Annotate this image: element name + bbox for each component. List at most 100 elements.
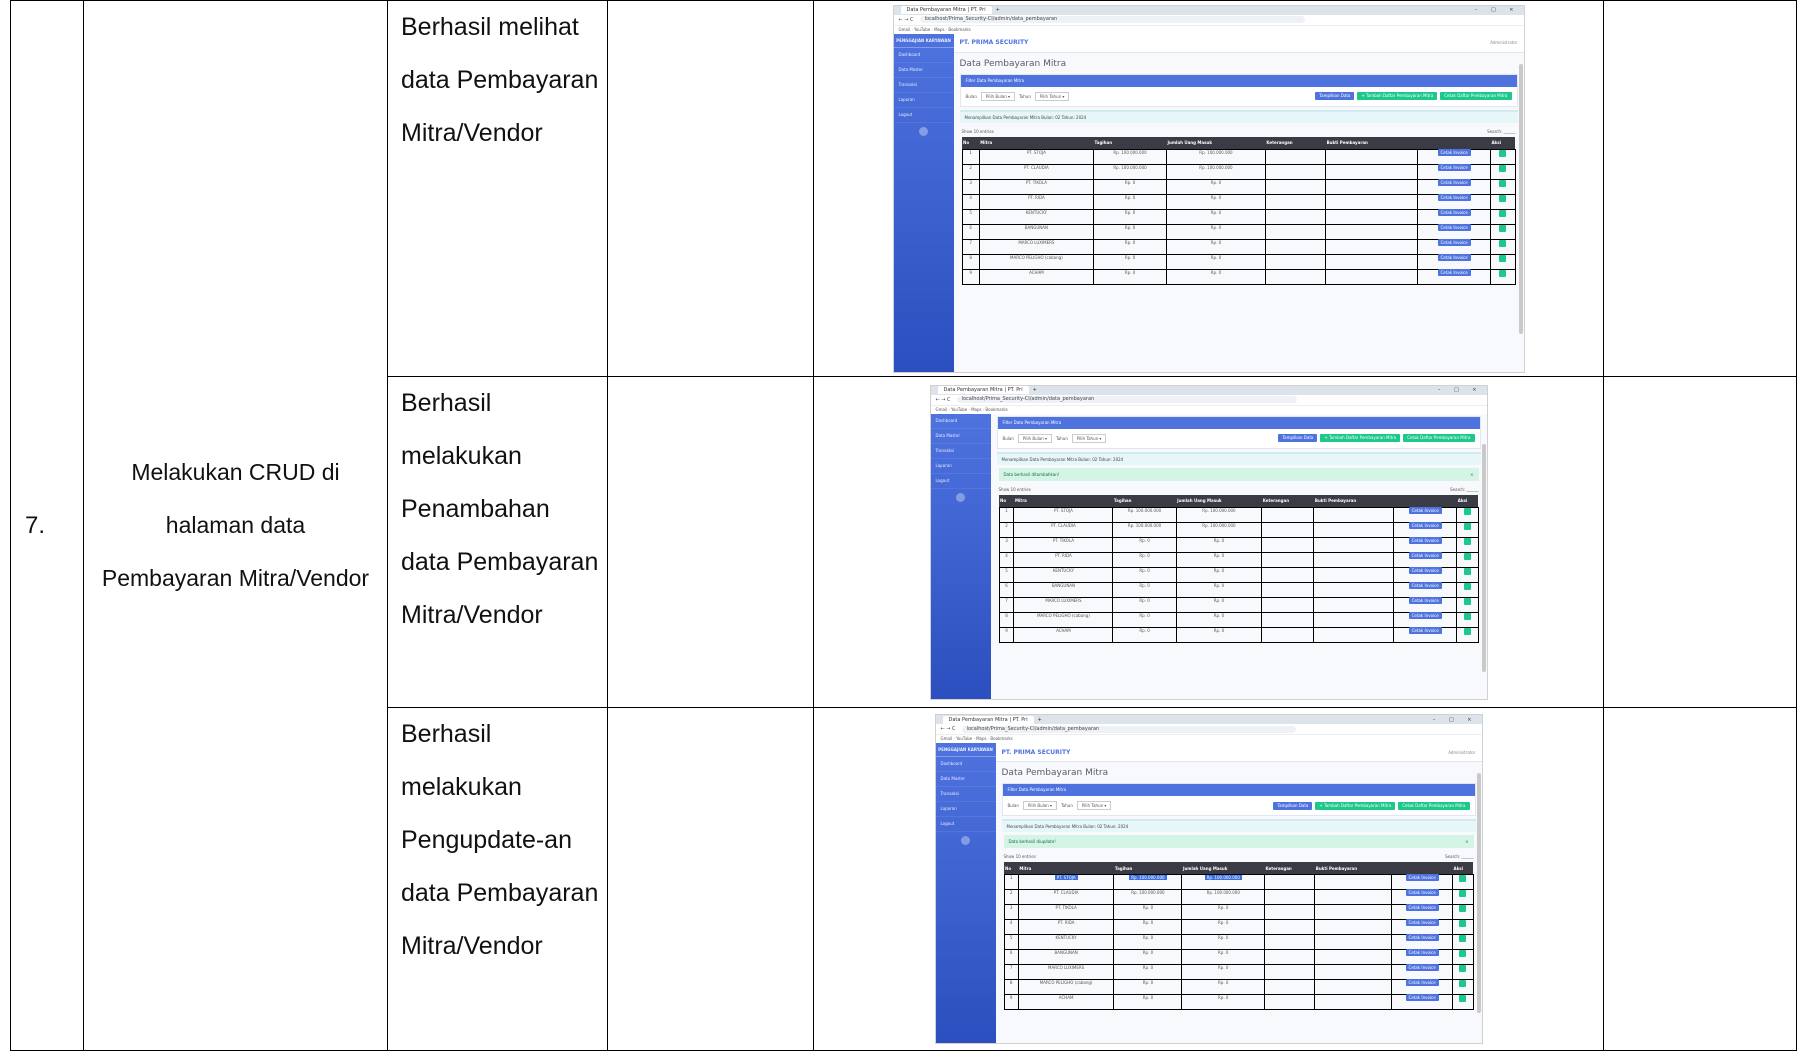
cetak-invoice-button[interactable]: Cetak Invoice: [1405, 964, 1439, 971]
column-header[interactable]: [1417, 136, 1491, 149]
url-field[interactable]: localhost/Prima_Security-CI/admin/data_p…: [961, 725, 1297, 733]
cetak-invoice-button[interactable]: Cetak Invoice: [1408, 551, 1442, 559]
sidebar-item[interactable]: Dashboard: [930, 414, 991, 429]
edit-icon[interactable]: [1459, 965, 1467, 972]
edit-icon[interactable]: [1459, 950, 1467, 957]
nav-arrows-icon[interactable]: ← → C: [936, 397, 951, 403]
cetak-invoice-button[interactable]: Cetak Invoice: [1408, 611, 1442, 619]
bulan-select[interactable]: Pilih Bulan ▾: [1017, 433, 1053, 443]
column-header[interactable]: No: [962, 136, 980, 149]
sidebar-toggle-icon[interactable]: [919, 126, 928, 136]
sidebar-item[interactable]: Transaksi: [930, 444, 991, 459]
cetak-invoice-button[interactable]: Cetak Invoice: [1437, 163, 1471, 171]
window-controls[interactable]: – □ ×: [1438, 387, 1483, 393]
column-header[interactable]: No: [999, 494, 1014, 507]
window-controls[interactable]: – □ ×: [1433, 717, 1478, 723]
edit-icon[interactable]: [1499, 194, 1507, 202]
edit-icon[interactable]: [1499, 239, 1507, 247]
tampilkan-button[interactable]: Tampilkan Data: [1273, 801, 1313, 810]
column-header[interactable]: Bukti Pembayaran: [1325, 136, 1418, 149]
close-icon[interactable]: ×: [1470, 472, 1473, 477]
tambah-button[interactable]: + Tambah Daftar Pembayaran Mitra: [1320, 434, 1401, 442]
bulan-select[interactable]: Pilih Bulan ▾: [1022, 801, 1058, 810]
column-header[interactable]: Aksi: [1456, 494, 1478, 507]
sidebar-toggle-icon[interactable]: [956, 492, 965, 502]
edit-icon[interactable]: [1499, 164, 1507, 172]
close-icon[interactable]: ×: [1465, 839, 1468, 844]
edit-icon[interactable]: [1459, 890, 1467, 897]
edit-icon[interactable]: [1463, 627, 1471, 635]
search-input[interactable]: Search: ______: [1450, 487, 1478, 492]
cetak-invoice-button[interactable]: Cetak Invoice: [1405, 904, 1439, 911]
edit-icon[interactable]: [1463, 537, 1471, 545]
sidebar-item[interactable]: Data Master: [893, 63, 954, 78]
column-header[interactable]: Bukti Pembayaran: [1314, 862, 1392, 875]
cetak-invoice-button[interactable]: Cetak Invoice: [1437, 253, 1471, 261]
column-header[interactable]: Aksi: [1490, 136, 1515, 149]
cetak-invoice-button[interactable]: Cetak Invoice: [1405, 949, 1439, 956]
browser-tab[interactable]: Data Pembayaran Mitra | PT. Pri: [937, 386, 1029, 394]
sidebar-item[interactable]: Data Master: [930, 429, 991, 444]
edit-icon[interactable]: [1459, 980, 1467, 987]
search-input[interactable]: Search: ______: [1445, 854, 1473, 859]
url-field[interactable]: localhost/Prima_Security-CI/admin/data_p…: [956, 396, 1298, 403]
sidebar-item[interactable]: Transaksi: [935, 787, 996, 802]
edit-icon[interactable]: [1463, 582, 1471, 590]
column-header[interactable]: Jumlah Uang Masuk: [1166, 136, 1266, 149]
cetak-invoice-button[interactable]: Cetak Invoice: [1437, 238, 1471, 246]
edit-icon[interactable]: [1463, 522, 1471, 530]
cetak-invoice-button[interactable]: Cetak Invoice: [1405, 919, 1439, 926]
sidebar-toggle-icon[interactable]: [961, 836, 970, 845]
column-header[interactable]: Tagihan: [1112, 494, 1177, 507]
sidebar-item[interactable]: Transaksi: [893, 78, 954, 93]
column-header[interactable]: [1393, 494, 1457, 507]
bulan-select[interactable]: Pilih Bulan ▾: [980, 91, 1016, 101]
cetak-invoice-button[interactable]: Cetak Invoice: [1437, 208, 1471, 216]
cetak-invoice-button[interactable]: Cetak Invoice: [1437, 223, 1471, 231]
edit-icon[interactable]: [1499, 254, 1507, 262]
column-header[interactable]: Keterangan: [1265, 136, 1326, 149]
cetak-invoice-button[interactable]: Cetak Invoice: [1408, 566, 1442, 574]
new-tab-icon[interactable]: +: [1038, 717, 1042, 723]
nav-arrows-icon[interactable]: ← → C: [941, 726, 956, 732]
sidebar-item[interactable]: Data Master: [935, 772, 996, 787]
edit-icon[interactable]: [1499, 209, 1507, 217]
show-entries[interactable]: Show 10 entries: [962, 129, 994, 134]
cetak-invoice-button[interactable]: Cetak Invoice: [1405, 994, 1439, 1001]
browser-tab[interactable]: Data Pembayaran Mitra | PT. Pri: [900, 6, 992, 14]
cetak-button[interactable]: Cetak Daftar Pembayaran Mitra: [1440, 92, 1512, 100]
tambah-button[interactable]: + Tambah Daftar Pembayaran Mitra: [1315, 801, 1396, 810]
sidebar-item[interactable]: Logout: [893, 108, 954, 123]
cetak-invoice-button[interactable]: Cetak Invoice: [1405, 979, 1439, 986]
tampilkan-button[interactable]: Tampilkan Data: [1278, 434, 1318, 442]
scrollbar[interactable]: [1481, 443, 1486, 672]
sidebar-item[interactable]: Dashboard: [893, 48, 954, 63]
cetak-invoice-button[interactable]: Cetak Invoice: [1408, 506, 1442, 514]
edit-icon[interactable]: [1459, 875, 1467, 882]
edit-icon[interactable]: [1463, 612, 1471, 620]
column-header[interactable]: [1391, 862, 1453, 875]
cetak-invoice-button[interactable]: Cetak Invoice: [1408, 626, 1442, 634]
column-header[interactable]: Aksi: [1452, 862, 1473, 875]
cetak-invoice-button[interactable]: Cetak Invoice: [1405, 874, 1439, 881]
column-header[interactable]: Mitra: [1013, 494, 1113, 507]
edit-icon[interactable]: [1499, 224, 1507, 232]
browser-tab[interactable]: Data Pembayaran Mitra | PT. Pri: [942, 715, 1034, 724]
tahun-select[interactable]: Pilih Tahun ▾: [1034, 91, 1070, 101]
edit-icon[interactable]: [1499, 269, 1507, 277]
edit-icon[interactable]: [1459, 905, 1467, 912]
edit-icon[interactable]: [1463, 567, 1471, 575]
scrollbar[interactable]: [1476, 773, 1481, 1013]
cetak-invoice-button[interactable]: Cetak Invoice: [1437, 193, 1471, 201]
column-header[interactable]: Tagihan: [1113, 862, 1182, 875]
cetak-invoice-button[interactable]: Cetak Invoice: [1408, 596, 1442, 604]
cetak-invoice-button[interactable]: Cetak Invoice: [1405, 889, 1439, 896]
cetak-invoice-button[interactable]: Cetak Invoice: [1408, 521, 1442, 529]
tahun-select[interactable]: Pilih Tahun ▾: [1071, 433, 1107, 443]
column-header[interactable]: Tagihan: [1093, 136, 1167, 149]
edit-icon[interactable]: [1459, 995, 1467, 1002]
sidebar-item[interactable]: Dashboard: [935, 757, 996, 772]
tambah-button[interactable]: + Tambah Daftar Pembayaran Mitra: [1357, 92, 1438, 100]
window-controls[interactable]: – □ ×: [1475, 7, 1520, 13]
edit-icon[interactable]: [1463, 597, 1471, 605]
